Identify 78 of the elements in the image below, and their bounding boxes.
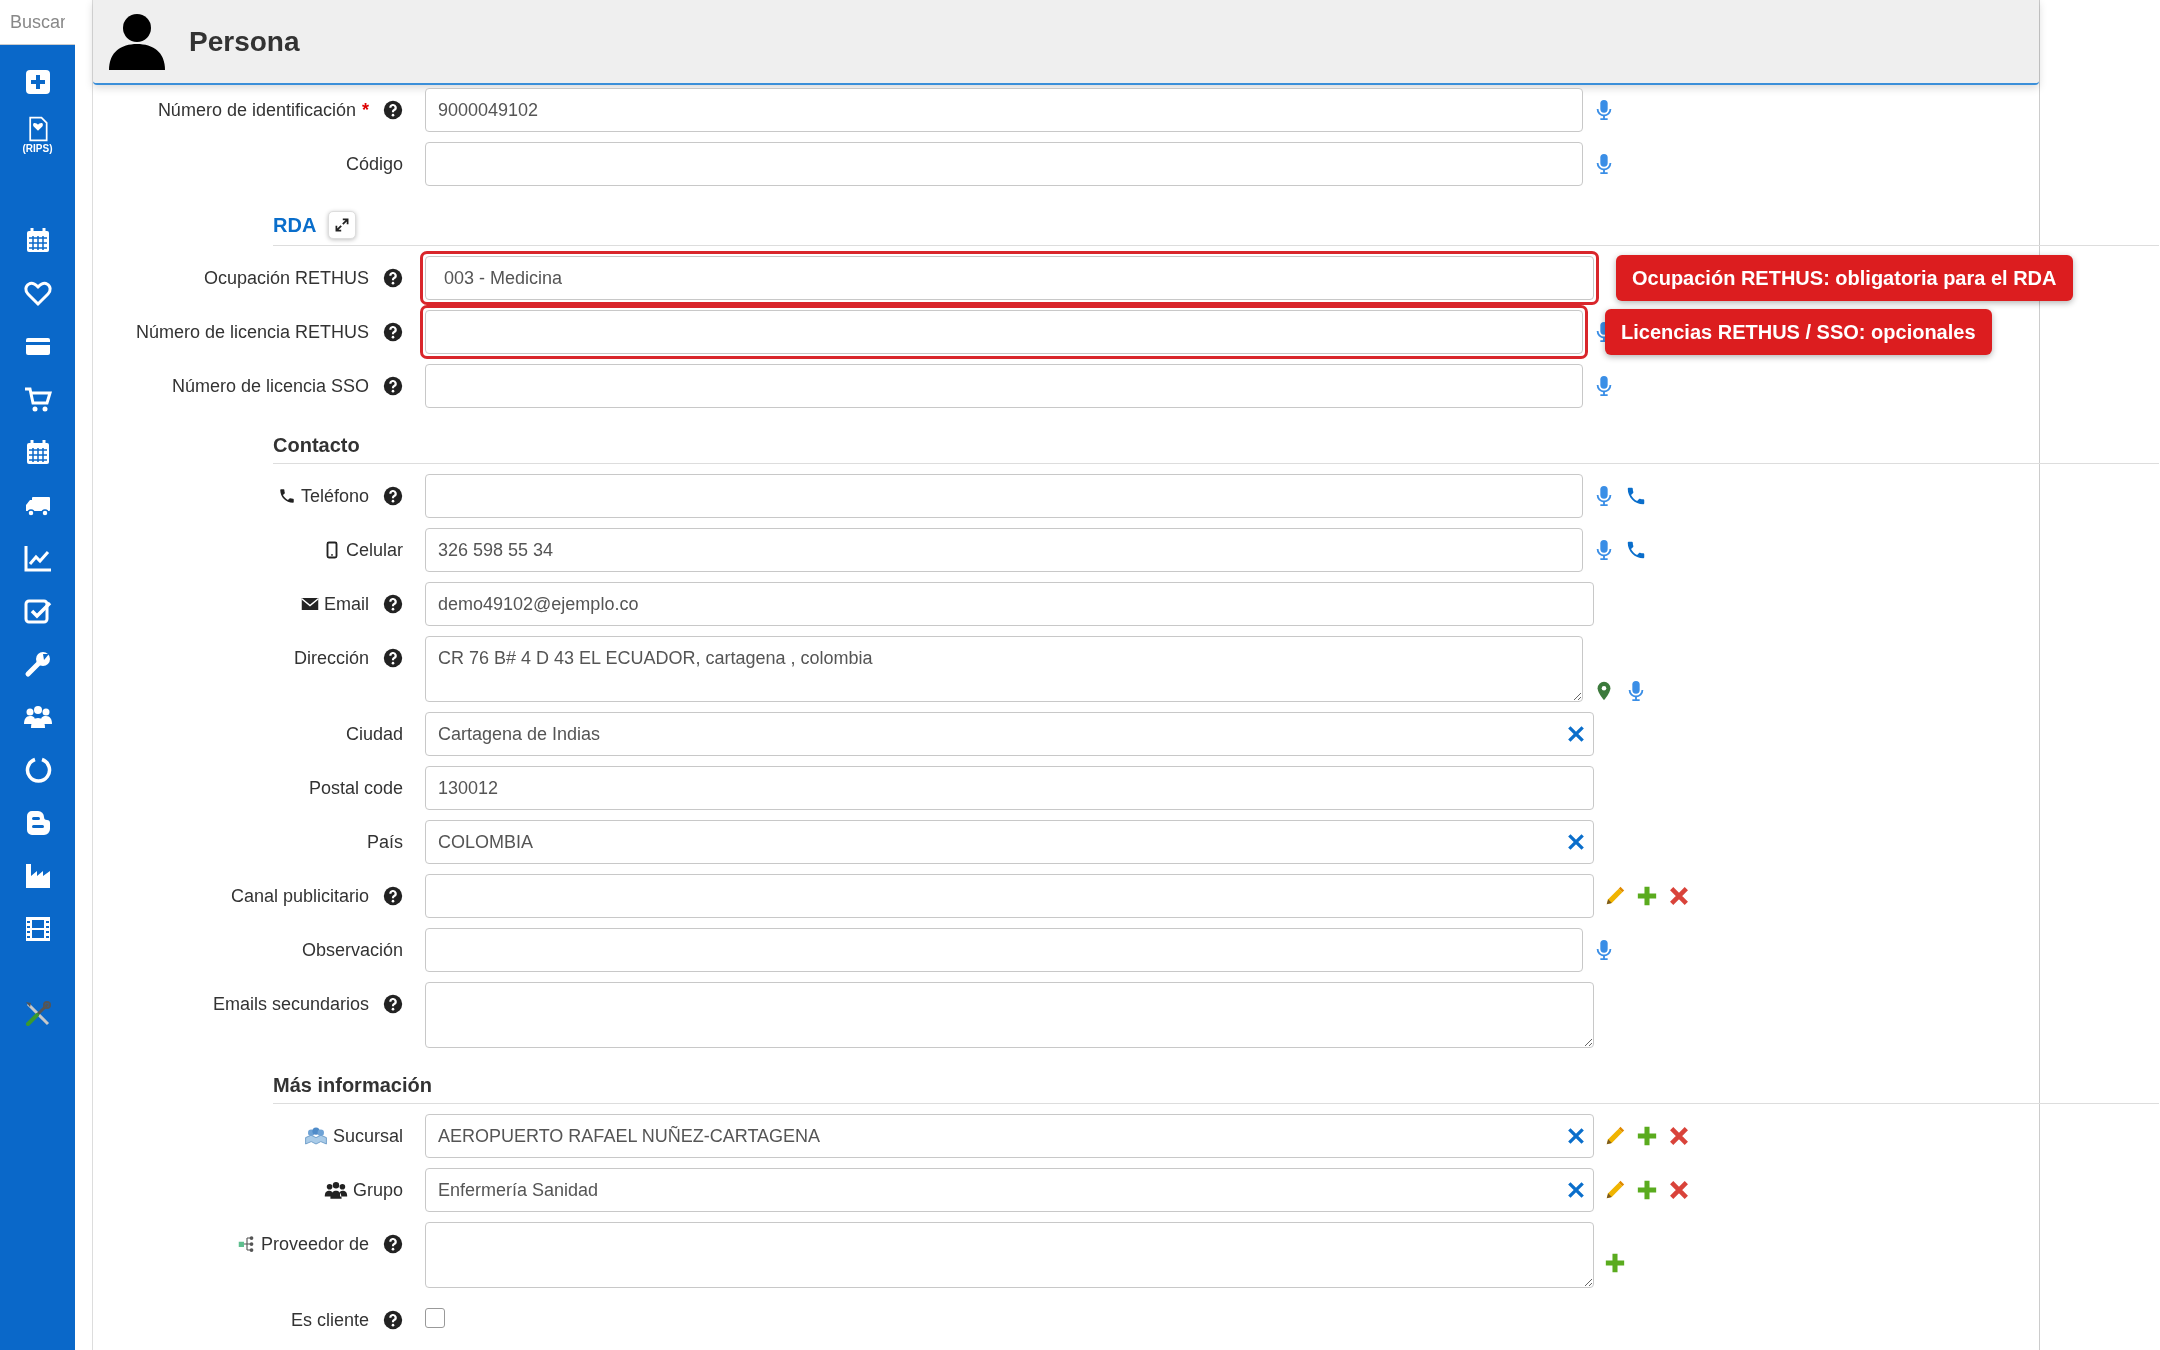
delete-icon[interactable]: [1668, 1179, 1690, 1201]
plus-icon[interactable]: [1604, 1252, 1626, 1274]
input-field[interactable]: 130012: [425, 766, 1594, 810]
pencil-icon[interactable]: [1604, 1179, 1626, 1201]
people-icon: [323, 1180, 348, 1200]
plus-icon[interactable]: [1636, 1179, 1658, 1201]
expand-button[interactable]: [328, 211, 357, 239]
field-label: Postal code: [308, 777, 403, 800]
annotation-tooltip: Ocupación RETHUS: obligatoria para el RDA: [1616, 255, 2073, 301]
input-field[interactable]: 9000049102: [425, 88, 1583, 132]
phone-icon[interactable]: [1625, 539, 1647, 561]
section-heading: Contacto: [273, 433, 360, 457]
field-label: Proveedor de: [260, 1233, 369, 1256]
field-label: País: [366, 831, 403, 854]
plus-icon[interactable]: [1636, 885, 1658, 907]
field-label: Es cliente: [290, 1309, 369, 1332]
expand-icon: [334, 217, 351, 233]
help-icon[interactable]: [383, 268, 403, 288]
field-label: Ciudad: [345, 723, 403, 746]
input-field[interactable]: [425, 142, 1583, 186]
clear-icon[interactable]: [1566, 1126, 1586, 1146]
input-field[interactable]: Cartagena de Indias: [425, 712, 1594, 756]
pencil-icon[interactable]: [1604, 885, 1626, 907]
field-label: Número de licencia RETHUS: [135, 321, 369, 344]
help-icon[interactable]: [383, 100, 403, 120]
phone-icon[interactable]: [1625, 485, 1647, 507]
map-icon: [303, 1126, 328, 1146]
input-field[interactable]: [425, 874, 1594, 918]
help-icon[interactable]: [383, 1310, 403, 1330]
delete-icon[interactable]: [1668, 1125, 1690, 1147]
input-field[interactable]: [425, 474, 1583, 518]
input-field[interactable]: [425, 364, 1583, 408]
delete-icon[interactable]: [1668, 885, 1690, 907]
field-label: Teléfono: [300, 485, 369, 508]
input-field[interactable]: 326 598 55 34: [425, 528, 1583, 572]
help-icon[interactable]: [383, 886, 403, 906]
plus-icon[interactable]: [1636, 1125, 1658, 1147]
clear-icon[interactable]: [1566, 724, 1586, 744]
input-field[interactable]: Enfermería Sanidad: [425, 1168, 1594, 1212]
help-icon[interactable]: [383, 594, 403, 614]
help-icon[interactable]: [383, 376, 403, 396]
field-label: Emails secundarios: [212, 993, 369, 1016]
input-field[interactable]: [425, 928, 1583, 972]
help-icon[interactable]: [383, 322, 403, 342]
field-label: Número de identificación *: [157, 99, 369, 122]
clear-icon[interactable]: [1566, 1180, 1586, 1200]
help-icon[interactable]: [383, 648, 403, 668]
section-toggle-link[interactable]: RDA: [273, 213, 317, 237]
field-label: Canal publicitario: [230, 885, 369, 908]
checkbox[interactable]: [425, 1308, 445, 1328]
search-field[interactable]: Buscar: [0, 0, 75, 45]
help-icon[interactable]: [383, 1234, 403, 1254]
field-label: Celular: [345, 539, 403, 562]
text-area[interactable]: CR 76 B# 4 D 43 EL ECUADOR, cartagena , colombia: [425, 636, 1583, 702]
input-field[interactable]: AEROPUERTO RAFAEL NUÑEZ-CARTAGENA: [425, 1114, 1594, 1158]
input-field[interactable]: COLOMBIA: [425, 820, 1594, 864]
field-label: Observación: [301, 939, 403, 962]
field-label: Ocupación RETHUS: [203, 267, 369, 290]
person-icon: [107, 11, 167, 72]
field-label: Email: [324, 593, 369, 616]
field-label: Código: [345, 153, 403, 176]
field-label: Grupo: [352, 1179, 403, 1202]
section-heading: Más información: [273, 1073, 432, 1097]
field-label: Número de licencia SSO: [171, 375, 369, 398]
dropdown-field[interactable]: 003 - Medicina: [425, 256, 1594, 300]
phone-icon: [277, 487, 296, 505]
help-icon[interactable]: [383, 486, 403, 506]
hierarchy-icon: [237, 1235, 256, 1253]
help-icon[interactable]: [383, 994, 403, 1014]
page-title: Persona: [189, 24, 300, 59]
field-label: Dirección: [293, 647, 369, 670]
field-label: Sucursal: [332, 1125, 403, 1148]
icon-caption: (RIPS): [22, 142, 53, 154]
pencil-icon[interactable]: [1604, 1125, 1626, 1147]
input-field[interactable]: demo49102@ejemplo.co: [425, 582, 1594, 626]
clear-icon[interactable]: [1566, 832, 1586, 852]
annotation-tooltip: Licencias RETHUS / SSO: opcionales: [1605, 309, 1992, 355]
envelope-icon: [301, 595, 319, 613]
